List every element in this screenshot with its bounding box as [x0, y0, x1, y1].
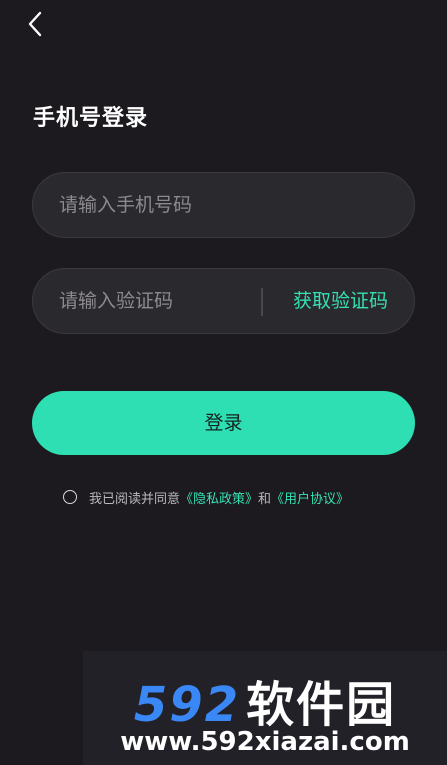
agreement-radio[interactable]: [63, 490, 77, 504]
agreement-text: 我已阅读并同意: [89, 491, 181, 507]
login-button[interactable]: 登录: [32, 391, 415, 455]
chevron-left-icon: [28, 11, 42, 37]
verification-code-input[interactable]: [59, 269, 259, 333]
agreement-row: 我已阅读并同意 《隐私政策》 和 《用户协议》: [63, 486, 349, 508]
watermark-brand-text: 软件园: [246, 677, 397, 733]
watermark-brand: 592 软件园: [83, 665, 447, 735]
back-button[interactable]: [22, 8, 52, 40]
watermark: 592 软件园 www.592xiazai.com: [83, 651, 447, 765]
phone-field: [32, 172, 415, 238]
agreement-conjunction: 和: [258, 491, 272, 507]
phone-input[interactable]: [59, 173, 389, 237]
page-title: 手机号登录: [33, 106, 149, 131]
verification-field: 获取验证码: [32, 268, 415, 334]
field-divider: [261, 288, 263, 316]
watermark-url: www.592xiazai.com: [120, 727, 410, 757]
user-agreement-link[interactable]: 《用户协议》: [271, 488, 349, 507]
get-code-button[interactable]: 获取验证码: [293, 269, 388, 333]
watermark-brand-number: 592: [133, 677, 241, 733]
privacy-policy-link[interactable]: 《隐私政策》: [180, 488, 258, 507]
